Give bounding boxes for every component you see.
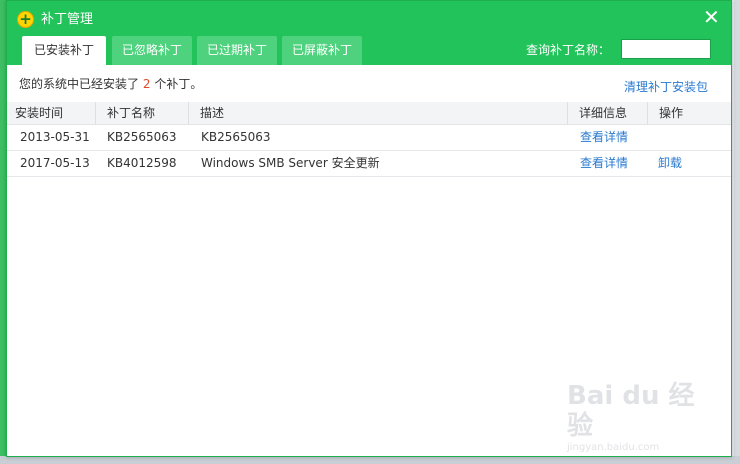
patch-name-cell: KB2565063: [107, 130, 177, 144]
patch-name-cell: KB4012598: [107, 156, 177, 170]
install-summary: 您的系统中已经安装了 2 个补丁。: [19, 75, 202, 93]
title-bar: + 补丁管理 ✕ 已安装补丁 已忽略补丁 已过期补丁 已屏蔽补丁 查询补丁名称：: [7, 1, 731, 65]
column-header-description: 描述: [200, 106, 225, 120]
view-details-link[interactable]: 查看详情: [580, 125, 628, 150]
tab-blocked[interactable]: 已屏蔽补丁: [282, 36, 362, 65]
column-header-patch-name: 补丁名称: [107, 106, 156, 120]
desktop-background-bottom: [0, 456, 740, 464]
summary-prefix: 您的系统中已经安装了: [19, 77, 140, 91]
column-divider: [567, 102, 568, 124]
watermark-sub: jingyan.baidu.com: [567, 442, 660, 453]
column-header-install-time: 安装时间: [15, 106, 64, 120]
column-divider: [188, 102, 189, 124]
column-header-details: 详细信息: [579, 106, 628, 120]
clean-patch-packages-link[interactable]: 清理补丁安装包: [624, 78, 708, 96]
tab-ignored[interactable]: 已忽略补丁: [112, 36, 192, 65]
column-header-action: 操作: [659, 106, 684, 120]
install-date-cell: 2013-05-31: [20, 130, 90, 144]
plus-circle-icon: +: [17, 10, 34, 28]
table-row: 2013-05-31 KB2565063 KB2565063 查看详情: [7, 125, 731, 151]
column-divider: [95, 102, 96, 124]
close-icon[interactable]: ✕: [703, 7, 720, 27]
install-date-cell: 2017-05-13: [20, 156, 90, 170]
desktop-background-right: [734, 0, 740, 464]
watermark-main: Bai du 经验: [567, 381, 695, 441]
tab-expired[interactable]: 已过期补丁: [197, 36, 277, 65]
baidu-jingyan-watermark: Bai du 经验 jingyan.baidu.com: [567, 381, 717, 453]
tab-installed[interactable]: 已安装补丁: [22, 36, 106, 65]
patch-manager-window: + 补丁管理 ✕ 已安装补丁 已忽略补丁 已过期补丁 已屏蔽补丁 查询补丁名称：…: [6, 0, 732, 457]
search-label: 查询补丁名称：: [526, 43, 611, 57]
uninstall-link[interactable]: 卸载: [658, 151, 682, 176]
window-title: 补丁管理: [41, 12, 94, 27]
table-row: 2017-05-13 KB4012598 Windows SMB Server …: [7, 151, 731, 177]
summary-suffix: 个补丁。: [154, 77, 203, 91]
patch-name-search-input[interactable]: [621, 39, 711, 59]
description-cell: Windows SMB Server 安全更新: [201, 156, 380, 170]
column-divider: [647, 102, 648, 124]
description-cell: KB2565063: [201, 130, 271, 144]
view-details-link[interactable]: 查看详情: [580, 151, 628, 176]
installed-count: 2: [142, 77, 151, 91]
table-header: 安装时间 补丁名称 描述 详细信息 操作: [7, 102, 731, 125]
